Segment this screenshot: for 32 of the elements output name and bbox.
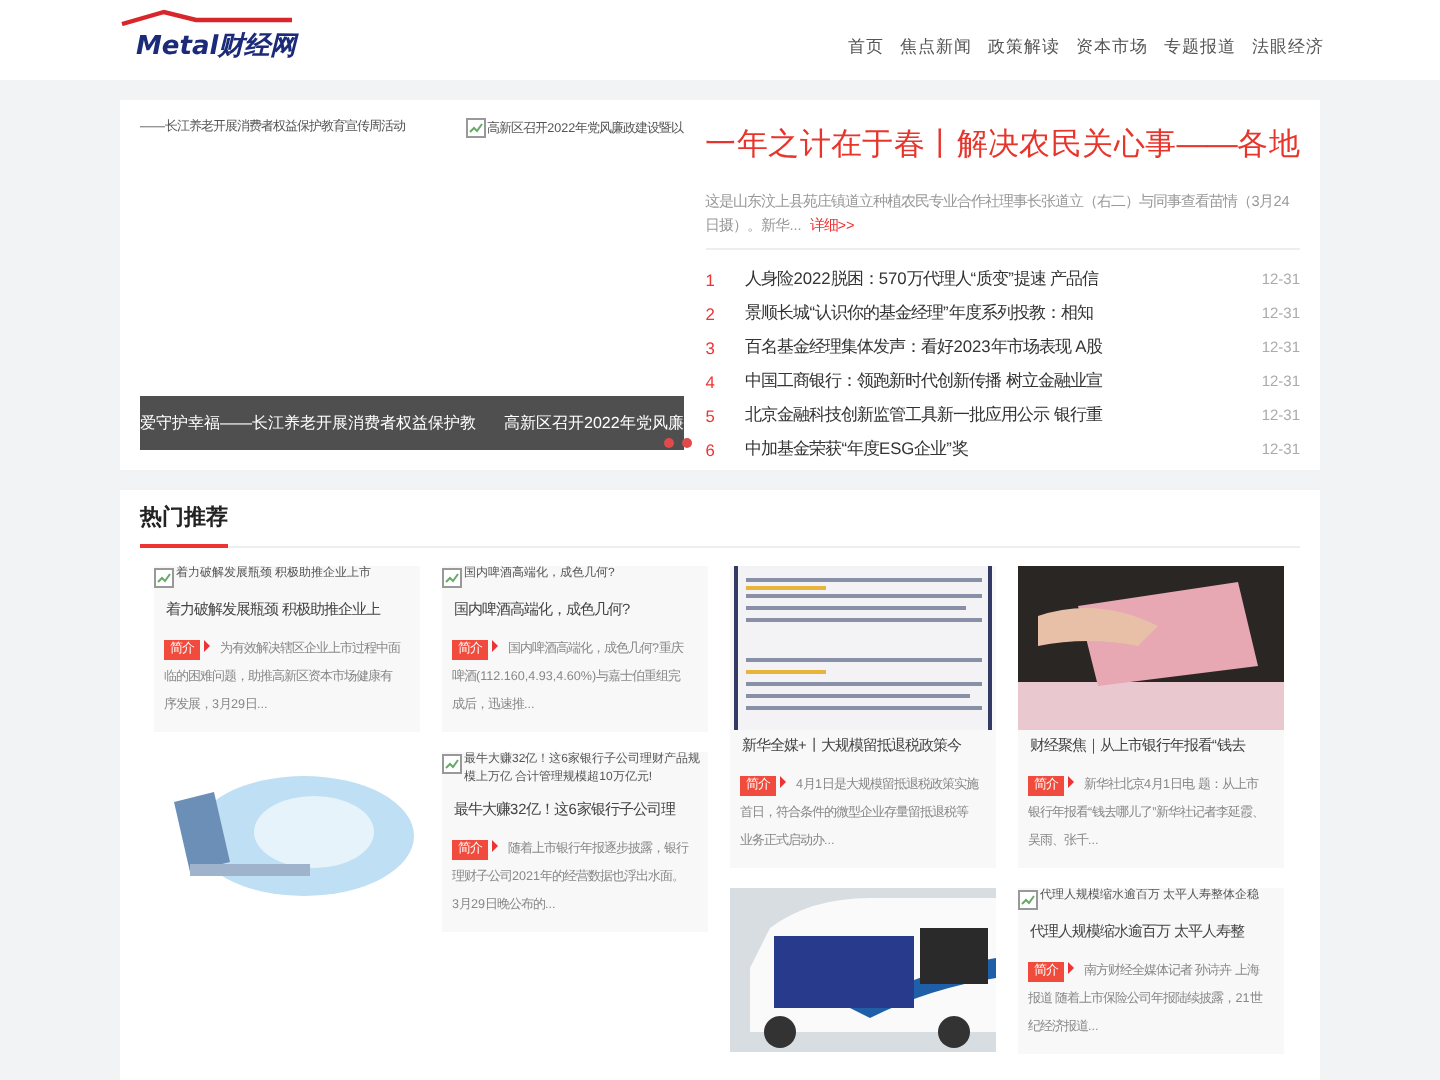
rank-number: 3 (705, 337, 717, 357)
headline-title[interactable]: 一年之计在于春丨解决农民关心事——各地 (705, 124, 1300, 166)
news-link[interactable]: 景顺长城“认识你的基金经理”年度系列投教：相知 (745, 302, 1262, 324)
nav-link[interactable]: 首页 (848, 36, 884, 60)
slide-dot[interactable] (664, 438, 674, 448)
nav-link[interactable]: 法眼经济 (1252, 36, 1324, 60)
triangle-icon (1068, 962, 1074, 974)
nav-link[interactable]: 焦点新闻 (900, 36, 972, 60)
news-link[interactable]: 北京金融科技创新监管工具新一批应用公示 银行重 (745, 404, 1262, 426)
rank-number: 4 (705, 371, 717, 391)
section-title: 热门推荐 (140, 502, 228, 548)
site-logo[interactable]: Metal财经网 (120, 28, 297, 64)
nav-link[interactable]: 资本市场 (1076, 36, 1148, 60)
triangle-icon (780, 776, 786, 788)
roof-logo-icon (120, 8, 292, 26)
rank-number: 1 (705, 269, 717, 289)
rank-number: 5 (705, 405, 717, 425)
rank-number: 6 (705, 439, 717, 459)
slide-title[interactable]: 爱守护幸福——长江养老开展消费者权益保护教 (140, 412, 476, 434)
news-link[interactable]: 百名基金经理集体发声：看好2023年市场表现 A股 (745, 336, 1262, 358)
slide-title[interactable]: 高新区召开2022年党风廉 (504, 412, 684, 434)
triangle-icon (492, 640, 498, 652)
nav-link[interactable]: 专题报道 (1164, 36, 1236, 60)
rank-number: 2 (705, 303, 717, 323)
triangle-icon (204, 640, 210, 652)
nav-link[interactable]: 政策解读 (988, 36, 1060, 60)
news-link[interactable]: 人身险2022脱困：570万代理人“质变”提速 产品信 (745, 268, 1262, 290)
triangle-icon (492, 840, 498, 852)
slide-dot[interactable] (682, 438, 692, 448)
news-link[interactable]: 中国工商银行：领跑新时代创新传播 树立金融业宣 (745, 370, 1262, 392)
triangle-icon (1068, 776, 1074, 788)
news-link[interactable]: 中加基金荣获“年度ESG企业”奖 (745, 438, 1262, 460)
